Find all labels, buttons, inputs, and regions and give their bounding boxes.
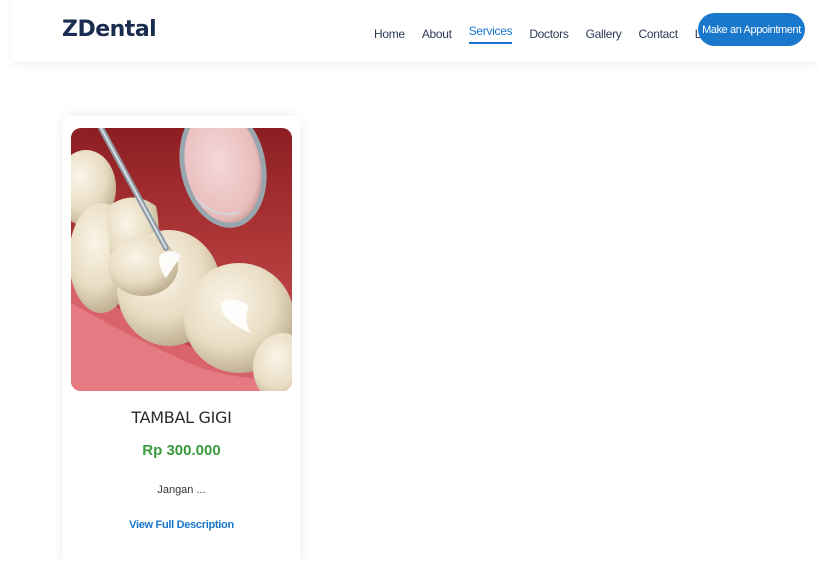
nav-contact[interactable]: Contact [638, 26, 678, 42]
nav-services[interactable]: Services [468, 23, 513, 44]
main-nav: Home About Services Doctors Gallery Cont… [374, 23, 740, 44]
nav-about[interactable]: About [422, 26, 452, 42]
make-appointment-button[interactable]: Make an Appointment [698, 13, 805, 46]
service-title: TAMBAL GIGI [131, 408, 232, 427]
nav-home[interactable]: Home [374, 26, 405, 42]
nav-doctors[interactable]: Doctors [529, 26, 569, 42]
site-header: ZDental Home About Services Doctors Gall… [12, 0, 819, 62]
nav-gallery[interactable]: Gallery [586, 26, 622, 42]
tooth-illustration [71, 128, 292, 391]
view-full-description-link[interactable]: View Full Description [63, 519, 300, 531]
service-price: Rp 300.000 [142, 442, 221, 459]
dental-filling-image [71, 128, 292, 391]
service-description: Jangan ... [157, 484, 206, 496]
site-logo[interactable]: ZDental [62, 17, 157, 42]
service-card: TAMBAL GIGI Rp 300.000 Jangan ... View F… [63, 116, 300, 561]
